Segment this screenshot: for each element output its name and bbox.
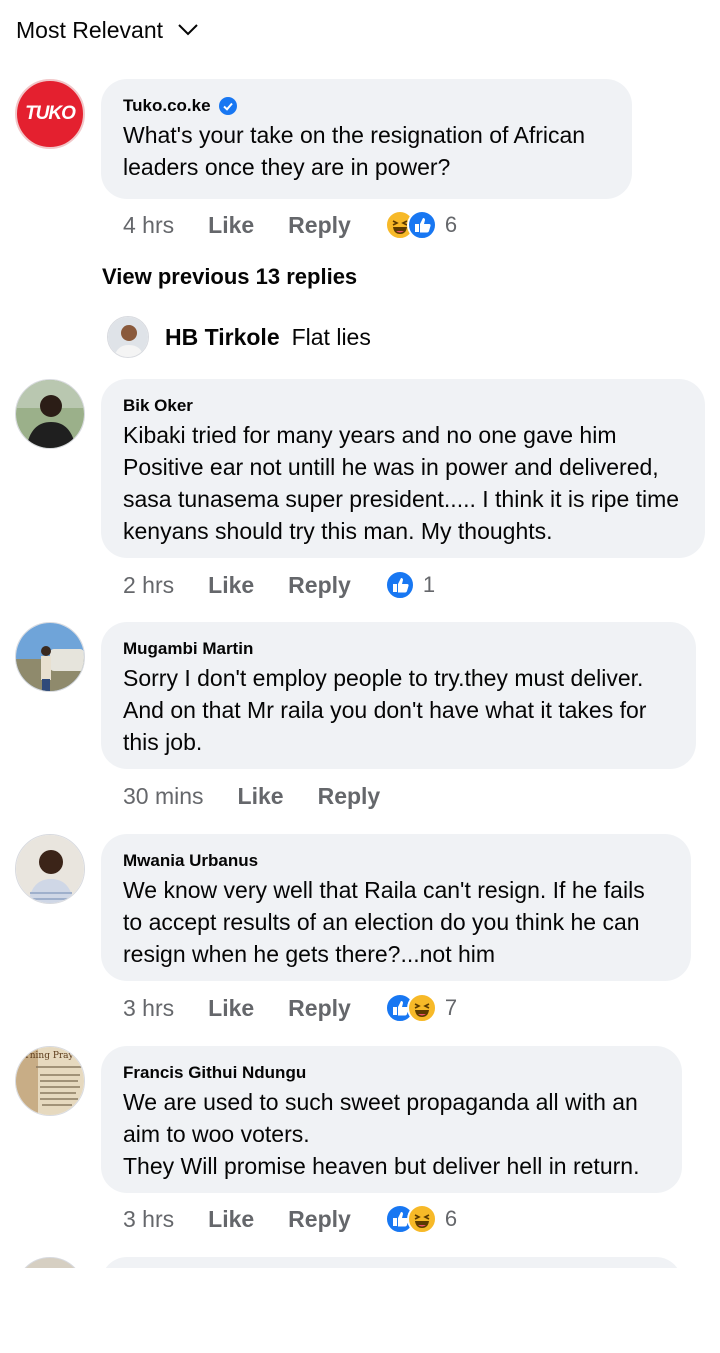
comment-bubble: Bik Oker Kibaki tried for many years and… xyxy=(101,379,705,558)
comment-author[interactable]: Francis Githui Ndungu xyxy=(123,1062,660,1084)
verified-badge-icon xyxy=(218,97,237,115)
comment-time[interactable]: 3 hrs xyxy=(123,1206,174,1233)
comment-meta: 3 hrs Like Reply 7 xyxy=(123,990,457,1026)
comment-time[interactable]: 3 hrs xyxy=(123,995,174,1022)
comment-meta: 2 hrs Like Reply 1 xyxy=(123,567,435,603)
tuko-avatar[interactable]: TUKO xyxy=(15,79,85,149)
comment-meta: 3 hrs Like Reply 6 xyxy=(123,1201,457,1237)
reply-button[interactable]: Reply xyxy=(288,1206,351,1233)
comment-meta: 4 hrs Like Reply 6 xyxy=(123,207,457,243)
comment-author[interactable]: Tuko.co.ke xyxy=(123,96,211,116)
comment-author[interactable]: Mugambi Martin xyxy=(123,638,674,660)
like-button[interactable]: Like xyxy=(208,572,254,599)
reaction-count: 6 xyxy=(444,212,458,237)
comment-text: We know very well that Raila can't resig… xyxy=(123,877,645,967)
sort-dropdown[interactable]: Most Relevant xyxy=(16,14,199,46)
comment-text: What's your take on the resignation of A… xyxy=(123,122,586,180)
reactions[interactable]: 6 xyxy=(384,210,458,240)
chevron-down-icon xyxy=(178,24,198,36)
reply-button[interactable]: Reply xyxy=(288,572,351,599)
reaction-count: 6 xyxy=(444,1206,458,1231)
comment-bubble: Tuko.co.ke What's your take on the resig… xyxy=(101,79,632,199)
comment-bubble: Francis Githui Ndungu We are used to suc… xyxy=(101,1046,682,1193)
mwania-urbanus-avatar[interactable] xyxy=(15,834,85,904)
comment-text: We are used to such sweet propaganda all… xyxy=(123,1089,640,1179)
mugambi-martin-avatar[interactable] xyxy=(15,622,85,692)
reactions[interactable]: 1 xyxy=(384,570,436,600)
comment-meta: 30 mins Like Reply xyxy=(123,778,414,814)
reactions[interactable]: 6 xyxy=(384,1204,458,1234)
comment-time[interactable]: 2 hrs xyxy=(123,572,174,599)
screen-cutoff xyxy=(0,1268,720,1353)
comment-time[interactable]: 4 hrs xyxy=(123,212,174,239)
like-reaction-icon xyxy=(384,570,415,600)
comment-bubble: Mugambi Martin Sorry I don't employ peop… xyxy=(101,622,696,769)
sort-label: Most Relevant xyxy=(16,16,164,43)
reply-button[interactable]: Reply xyxy=(318,783,381,810)
like-button[interactable]: Like xyxy=(208,212,254,239)
reply-text: Flat lies xyxy=(291,323,371,350)
comment-text: Sorry I don't employ people to try.they … xyxy=(123,665,647,755)
like-button[interactable]: Like xyxy=(208,995,254,1022)
reactions[interactable]: 7 xyxy=(384,993,458,1023)
reaction-count: 1 xyxy=(422,572,436,597)
comment-author[interactable]: Mwania Urbanus xyxy=(123,850,669,872)
like-button[interactable]: Like xyxy=(238,783,284,810)
comment-time[interactable]: 30 mins xyxy=(123,783,204,810)
reply-button[interactable]: Reply xyxy=(288,995,351,1022)
reply-author[interactable]: HB Tirkole xyxy=(165,324,280,351)
comment-author[interactable]: Bik Oker xyxy=(123,395,683,417)
comment-text: Kibaki tried for many years and no one g… xyxy=(123,422,680,544)
haha-reaction-icon xyxy=(406,993,437,1023)
like-button[interactable]: Like xyxy=(208,1206,254,1233)
reply-button[interactable]: Reply xyxy=(288,212,351,239)
haha-reaction-icon xyxy=(406,1204,437,1234)
reaction-count: 7 xyxy=(444,995,458,1020)
bik-oker-avatar[interactable] xyxy=(15,379,85,449)
comment-bubble: Mwania Urbanus We know very well that Ra… xyxy=(101,834,691,981)
hb-tirkole-avatar[interactable] xyxy=(107,316,149,358)
avatar-caption: orning Pray xyxy=(20,1051,74,1061)
reply-preview[interactable]: HB Tirkole Flat lies xyxy=(107,316,371,358)
tuko-logo: TUKO xyxy=(25,103,76,124)
like-reaction-icon xyxy=(406,210,437,240)
francis-githui-ndungu-avatar[interactable]: orning Pray xyxy=(15,1046,85,1116)
view-previous-replies-link[interactable]: View previous 13 replies xyxy=(102,264,357,290)
